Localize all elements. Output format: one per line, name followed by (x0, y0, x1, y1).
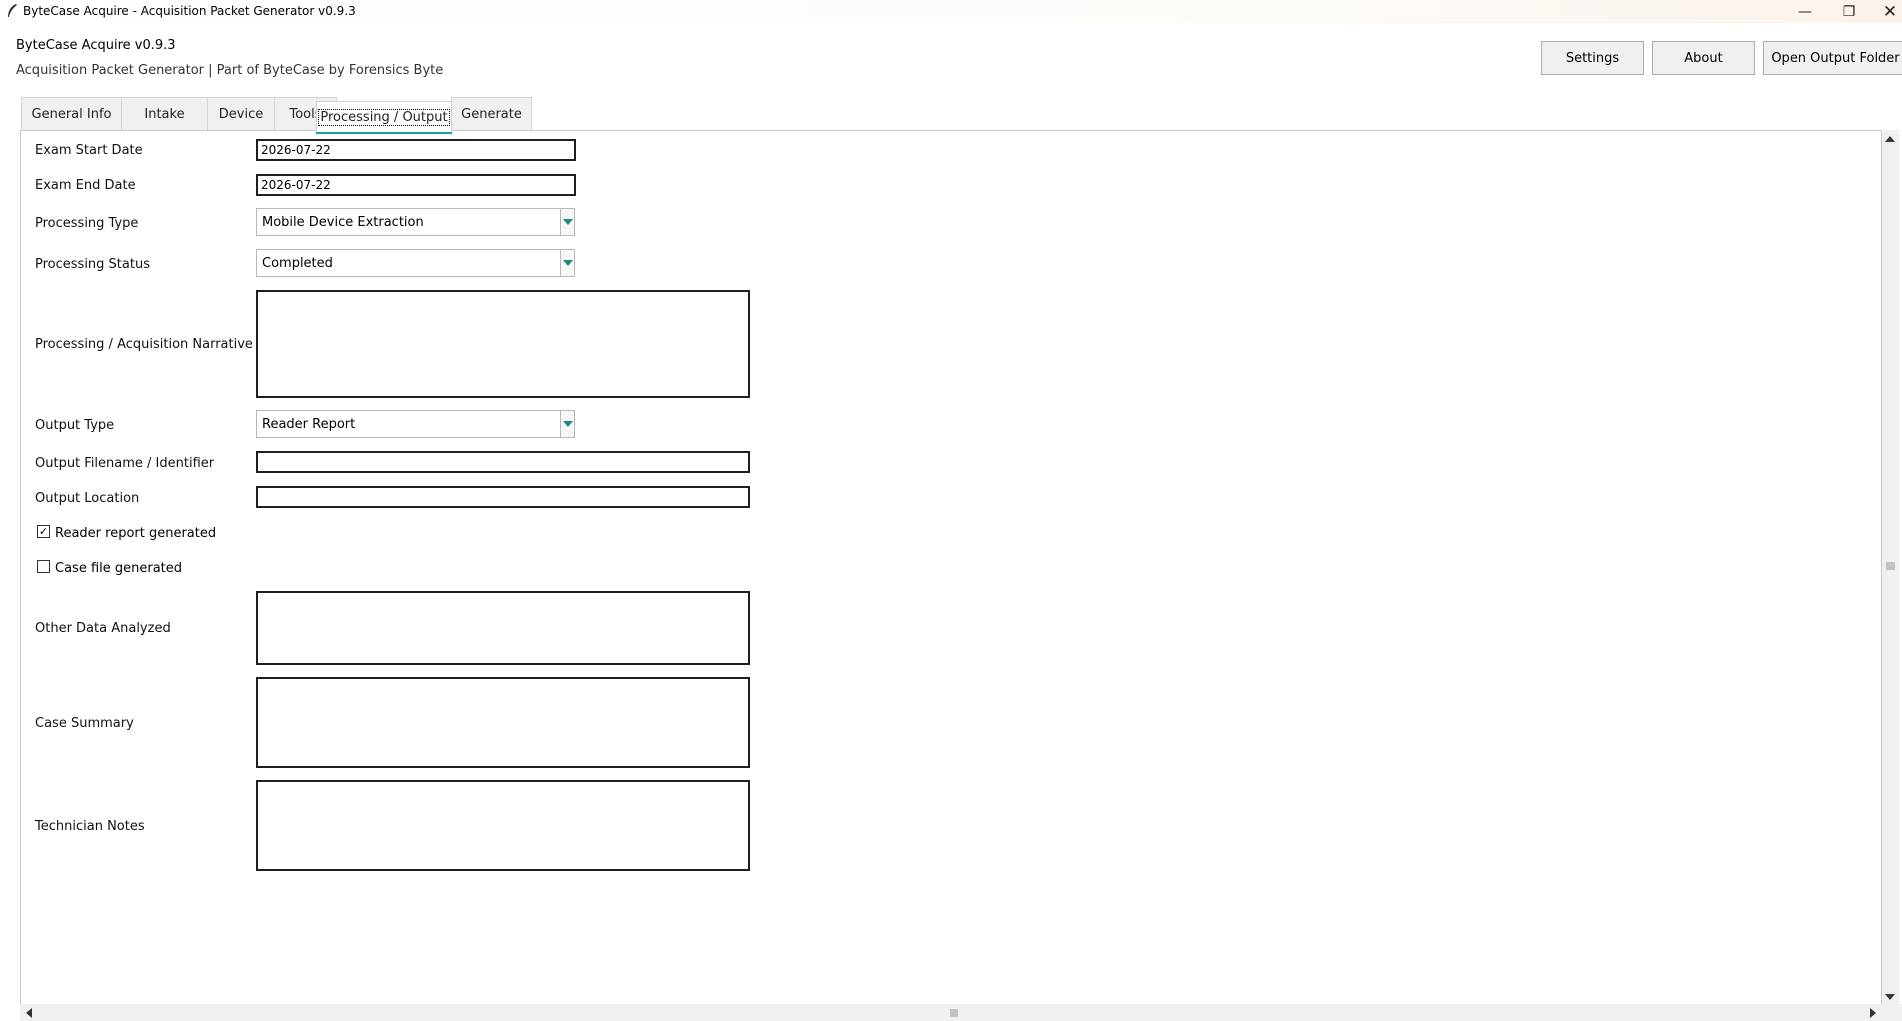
minimize-button[interactable]: — (1782, 0, 1828, 23)
dropdown-arrow-icon[interactable] (560, 411, 574, 437)
dropdown-arrow-icon[interactable] (560, 209, 574, 235)
case-file-label[interactable]: Case file generated (55, 561, 182, 576)
tab-processing-output[interactable]: Processing / Output (316, 101, 452, 134)
output-filename-label: Output Filename / Identifier (35, 456, 215, 471)
exam-end-date-label: Exam End Date (35, 178, 136, 193)
horizontal-scrollbar[interactable] (20, 1004, 1882, 1021)
title-bar: ByteCase Acquire - Acquisition Packet Ge… (0, 0, 1902, 23)
window-title: ByteCase Acquire - Acquisition Packet Ge… (23, 4, 356, 18)
narrative-textarea[interactable] (256, 290, 750, 398)
case-summary-textarea[interactable] (256, 677, 750, 768)
exam-start-date-label: Exam Start Date (35, 143, 143, 158)
scroll-up-icon[interactable] (1885, 136, 1895, 142)
output-location-label: Output Location (35, 491, 140, 506)
narrative-label: Processing / Acquisition Narrative (35, 337, 253, 352)
scroll-left-icon[interactable] (26, 1008, 32, 1018)
open-output-folder-button[interactable]: Open Output Folder (1763, 41, 1902, 75)
settings-button[interactable]: Settings (1541, 41, 1644, 75)
technician-notes-label: Technician Notes (35, 819, 145, 834)
app-version-label: ByteCase Acquire v0.9.3 (16, 38, 176, 53)
close-icon: ✕ (1882, 1, 1898, 22)
other-data-label: Other Data Analyzed (35, 621, 171, 636)
reader-report-checkbox[interactable]: ✓ (37, 525, 50, 538)
restore-icon: ❐ (1842, 3, 1856, 20)
scroll-down-icon[interactable] (1885, 994, 1895, 1000)
close-button[interactable]: ✕ (1870, 0, 1902, 23)
exam-end-date-input[interactable]: 2026-07-22 (256, 174, 576, 196)
tab-device[interactable]: Device (207, 97, 275, 131)
dropdown-arrow-icon[interactable] (560, 250, 574, 276)
tab-general-info[interactable]: General Info (21, 97, 122, 131)
horizontal-scroll-thumb[interactable] (950, 1009, 958, 1017)
reader-report-label[interactable]: Reader report generated (55, 526, 216, 541)
output-location-input[interactable] (256, 486, 750, 508)
vertical-scrollbar[interactable] (1882, 130, 1899, 1004)
checkmark-icon: ✓ (38, 525, 49, 538)
output-type-label: Output Type (35, 418, 115, 433)
output-filename-input[interactable] (256, 451, 750, 473)
minimize-icon: — (1798, 3, 1812, 20)
other-data-textarea[interactable] (256, 591, 750, 665)
case-summary-label: Case Summary (35, 716, 134, 731)
scroll-right-icon[interactable] (1870, 1008, 1876, 1018)
tab-intake[interactable]: Intake (121, 97, 208, 131)
technician-notes-textarea[interactable] (256, 780, 750, 871)
app-subtitle-label: Acquisition Packet Generator | Part of B… (16, 63, 444, 78)
scrollbar-corner (1882, 1004, 1902, 1021)
case-file-checkbox[interactable] (37, 560, 50, 573)
output-type-select[interactable]: Reader Report (256, 410, 575, 438)
maximize-button[interactable]: ❐ (1826, 0, 1872, 23)
about-button[interactable]: About (1652, 41, 1755, 75)
processing-status-label: Processing Status (35, 257, 150, 272)
processing-type-select[interactable]: Mobile Device Extraction (256, 208, 575, 236)
vertical-scroll-thumb[interactable] (1886, 562, 1895, 570)
tab-generate[interactable]: Generate (451, 97, 532, 131)
app-feather-icon (8, 4, 17, 17)
exam-start-date-input[interactable]: 2026-07-22 (256, 139, 576, 161)
processing-type-label: Processing Type (35, 216, 139, 231)
processing-status-select[interactable]: Completed (256, 249, 575, 277)
